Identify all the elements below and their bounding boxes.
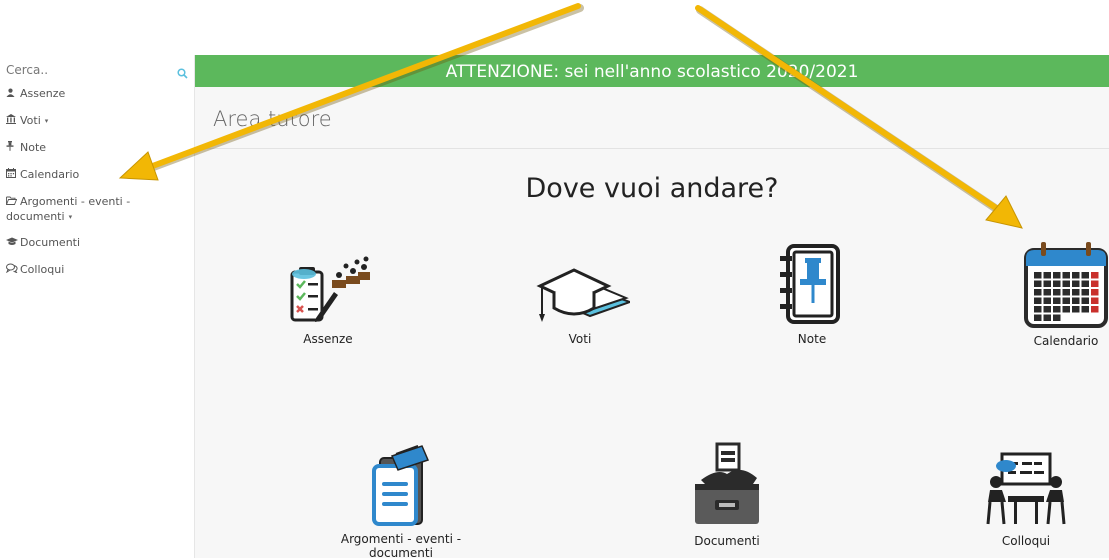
- search-input[interactable]: [6, 60, 166, 80]
- chevron-down-icon: ▾: [68, 213, 73, 221]
- tile-voti[interactable]: Voti: [500, 252, 660, 346]
- sidebar-item-voti[interactable]: Voti ▾: [6, 114, 188, 129]
- sidebar-item-label: Assenze: [20, 87, 66, 100]
- notebook-pin-icon: [732, 242, 892, 326]
- page-title: Area tutore: [213, 107, 332, 131]
- diploma-cap-icon: [500, 252, 660, 326]
- meeting-board-icon: [946, 452, 1106, 528]
- sidebar-item-calendario[interactable]: Calendario: [6, 168, 188, 183]
- document-event-icon: [321, 442, 481, 526]
- tile-label: Note: [797, 332, 827, 346]
- tile-label: Assenze: [303, 332, 353, 346]
- sidebar-item-label: Note: [20, 141, 47, 154]
- sidebar: Assenze Voti▾ Note Calendario Argomenti …: [0, 55, 195, 558]
- tile-calendario[interactable]: Calendario: [986, 242, 1109, 348]
- tile-argomenti-eventi-documenti[interactable]: Argomenti - eventi - documenti: [321, 442, 481, 560]
- sidebar-item-label: Colloqui: [20, 263, 65, 276]
- pin-icon: [6, 141, 17, 156]
- tile-note[interactable]: Note: [732, 242, 892, 346]
- file-drawer-icon: [647, 442, 807, 528]
- sidebar-item-colloqui[interactable]: Colloqui: [5, 263, 188, 278]
- sidebar-nav: Assenze Voti ▾ Note Calendario Argomenti …: [5, 87, 188, 290]
- page-header: Area tutore: [195, 87, 1109, 149]
- tile-assenze[interactable]: Assenze: [248, 252, 408, 346]
- tile-label: Documenti: [694, 534, 760, 548]
- year-warning-banner: ATTENZIONE: sei nell'anno scolastico 202…: [195, 55, 1109, 87]
- sidebar-item-label: Calendario: [20, 168, 80, 181]
- folder-open-icon: [6, 196, 18, 210]
- sidebar-item-documenti[interactable]: Documenti: [6, 236, 188, 251]
- bank-icon: [6, 114, 17, 129]
- user-icon: [6, 88, 17, 102]
- tile-documenti[interactable]: Documenti: [647, 442, 807, 548]
- sidebar-item-argomenti[interactable]: Argomenti - eventi - documenti ▾: [6, 195, 188, 224]
- comments-icon: [5, 263, 18, 278]
- navigation-question: Dove vuoi andare?: [525, 173, 779, 204]
- tile-label: Argomenti - eventi - documenti: [340, 532, 462, 560]
- calendar-icon: [6, 168, 17, 183]
- tile-label: Calendario: [1033, 334, 1099, 348]
- tile-label: Colloqui: [1001, 534, 1051, 548]
- sidebar-item-label: Voti: [20, 114, 41, 127]
- graduation-cap-icon: [6, 237, 18, 251]
- sidebar-item-note[interactable]: Note: [6, 141, 188, 156]
- tile-label: Voti: [568, 332, 592, 346]
- chevron-down-icon: ▾: [44, 117, 49, 125]
- sidebar-item-assenze[interactable]: Assenze: [6, 87, 188, 102]
- calendar-grid-icon: [986, 242, 1109, 328]
- attendance-register-icon: [248, 252, 408, 326]
- sidebar-item-label: Documenti: [20, 236, 81, 249]
- search-icon[interactable]: [177, 64, 188, 83]
- tile-colloqui[interactable]: Colloqui: [946, 452, 1106, 548]
- search-box: [6, 59, 188, 81]
- main-content: ATTENZIONE: sei nell'anno scolastico 202…: [195, 55, 1109, 560]
